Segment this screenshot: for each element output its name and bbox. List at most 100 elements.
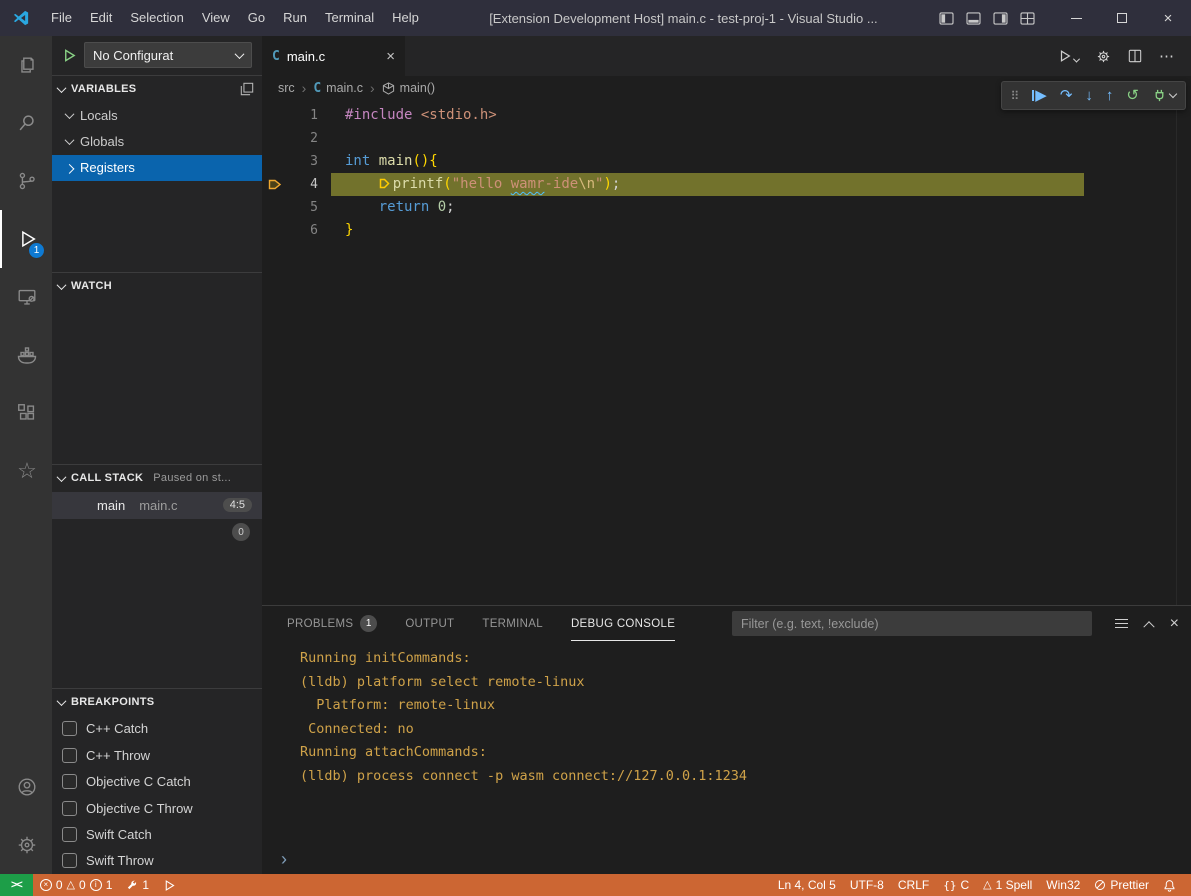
variables-header[interactable]: VARIABLES — [52, 76, 262, 103]
close-button[interactable]: × — [1145, 0, 1191, 36]
console-filter-input[interactable] — [732, 611, 1092, 636]
close-panel-icon[interactable]: × — [1170, 615, 1179, 633]
code-line-2[interactable]: 2 — [262, 127, 1191, 150]
explorer-icon[interactable] — [0, 36, 52, 94]
toggle-secondary-sidebar-icon[interactable] — [993, 12, 1008, 25]
drag-grip-icon[interactable]: ⠿ — [1011, 89, 1020, 103]
breakpoint-item[interactable]: Objective C Catch — [52, 768, 262, 794]
breakpoints-list: C++ Catch C++ ThrowObjective C Catch Objec… — [52, 716, 262, 874]
breakpoint-checkbox[interactable] — [62, 853, 77, 868]
menu-go[interactable]: Go — [239, 0, 274, 36]
panel-tab-problems[interactable]: PROBLEMS1 — [287, 606, 377, 641]
toggle-sidebar-icon[interactable] — [939, 12, 954, 25]
breakpoint-item[interactable]: Objective C Throw — [52, 795, 262, 821]
code-line-5[interactable]: 5 return 0; — [262, 196, 1191, 219]
debug-console-output[interactable]: Running initCommands:(lldb) platform sel… — [262, 641, 1191, 788]
start-debug-icon[interactable] — [62, 48, 77, 63]
vscode-window: FileEditSelectionViewGoRunTerminalHelp [… — [0, 0, 1191, 896]
search-icon[interactable] — [0, 94, 52, 152]
menu-view[interactable]: View — [193, 0, 239, 36]
breakpoint-label: C++ Catch — [86, 721, 148, 736]
c-language-icon: C — [272, 49, 280, 64]
run-and-debug-icon[interactable]: 1 — [0, 210, 52, 268]
breakpoint-checkbox[interactable] — [62, 827, 77, 842]
breakpoints-header[interactable]: BREAKPOINTS — [52, 689, 262, 716]
disconnect-button[interactable] — [1152, 88, 1176, 103]
language-mode[interactable]: {} C — [936, 874, 976, 896]
customize-layout-icon[interactable] — [1020, 12, 1035, 25]
split-editor-icon[interactable] — [1128, 49, 1142, 63]
debug-session-indicator[interactable] — [156, 874, 183, 896]
continue-button[interactable]: ▶ — [1032, 88, 1047, 103]
encoding-indicator[interactable]: UTF-8 — [843, 874, 891, 896]
breakpoint-checkbox[interactable] — [62, 774, 77, 789]
run-file-button[interactable] — [1058, 49, 1079, 63]
accounts-icon[interactable] — [0, 758, 52, 816]
step-out-button[interactable]: ↑ — [1106, 88, 1114, 103]
eol-indicator[interactable]: CRLF — [891, 874, 936, 896]
panel-tab-output[interactable]: OUTPUT — [405, 606, 454, 641]
toggle-panel-icon[interactable] — [966, 12, 981, 25]
minimize-button[interactable] — [1053, 0, 1099, 36]
docker-icon[interactable] — [0, 326, 52, 384]
variables-item-locals[interactable]: Locals — [52, 103, 262, 129]
breadcrumb-src[interactable]: src — [278, 81, 295, 95]
variables-item-registers[interactable]: Registers — [52, 155, 262, 181]
launch-config-dropdown[interactable]: No Configurat — [84, 42, 252, 68]
gear-icon[interactable] — [1096, 49, 1111, 64]
variables-item-globals[interactable]: Globals — [52, 129, 262, 155]
breakpoint-checkbox[interactable] — [62, 748, 77, 763]
console-line: Connected: no — [300, 718, 1191, 742]
maximize-button[interactable] — [1099, 0, 1145, 36]
step-into-button[interactable]: ↓ — [1085, 88, 1093, 103]
menu-file[interactable]: File — [42, 0, 81, 36]
stack-frame-row[interactable]: main main.c 4:5 — [52, 492, 262, 519]
spell-checker-indicator[interactable]: △ 1 Spell — [976, 874, 1039, 896]
collapse-all-icon[interactable] — [240, 82, 254, 96]
code-line-3[interactable]: 3int main(){ — [262, 150, 1191, 173]
platform-indicator[interactable]: Win32 — [1039, 874, 1087, 896]
menu-terminal[interactable]: Terminal — [316, 0, 383, 36]
remote-indicator[interactable]: >< — [0, 874, 33, 896]
source-control-icon[interactable] — [0, 152, 52, 210]
call-stack-header[interactable]: CALL STACK Paused on st... — [52, 465, 262, 492]
breakpoint-label: Objective C Throw — [86, 801, 193, 816]
menu-selection[interactable]: Selection — [121, 0, 192, 36]
code-editor[interactable]: 1#include <stdio.h>23int main(){4 printf… — [262, 100, 1191, 605]
chevron-down-icon — [65, 136, 75, 146]
breadcrumb-symbol[interactable]: main() — [382, 81, 435, 95]
tasks-indicator[interactable]: 1 — [119, 874, 156, 896]
star-icon[interactable]: ☆ — [0, 442, 52, 500]
remote-explorer-icon[interactable] — [0, 268, 52, 326]
breakpoint-item[interactable]: Swift Catch — [52, 821, 262, 847]
menu-help[interactable]: Help — [383, 0, 428, 36]
restart-button[interactable]: ↺ — [1126, 88, 1139, 103]
breakpoint-checkbox[interactable] — [62, 721, 77, 736]
output-actions-icon[interactable] — [1115, 616, 1128, 631]
breakpoint-item[interactable]: Swift Throw — [52, 848, 262, 874]
cursor-position[interactable]: Ln 4, Col 5 — [771, 874, 843, 896]
console-input-chevron[interactable]: › — [281, 850, 287, 868]
settings-gear-icon[interactable] — [0, 816, 52, 874]
step-over-button[interactable]: ↷ — [1060, 88, 1073, 103]
notifications-bell-icon[interactable] — [1156, 874, 1183, 896]
menu-edit[interactable]: Edit — [81, 0, 121, 36]
formatter-indicator[interactable]: Prettier — [1087, 874, 1156, 896]
breakpoint-checkbox[interactable] — [62, 801, 77, 816]
menu-run[interactable]: Run — [274, 0, 316, 36]
problems-indicator[interactable]: × 0 △ 0 i 1 — [33, 874, 120, 896]
tab-main-c[interactable]: C main.c × — [262, 36, 405, 76]
maximize-panel-icon[interactable] — [1143, 621, 1154, 632]
code-line-4[interactable]: 4 printf("hello wamr-ide\n"); — [262, 173, 1191, 196]
extensions-icon[interactable] — [0, 384, 52, 442]
code-line-6[interactable]: 6} — [262, 219, 1191, 242]
breakpoint-item[interactable]: C++ Catch — [52, 716, 262, 742]
breakpoint-item[interactable]: C++ Throw — [52, 742, 262, 768]
breadcrumb-file[interactable]: C main.c — [313, 81, 363, 96]
panel-tab-debug-console[interactable]: DEBUG CONSOLE — [571, 606, 675, 641]
panel-tab-terminal[interactable]: TERMINAL — [482, 606, 543, 641]
watch-header[interactable]: WATCH — [52, 273, 262, 300]
symbol-method-icon — [382, 82, 395, 95]
tab-close-icon[interactable]: × — [386, 48, 395, 65]
more-actions-icon[interactable]: ⋯ — [1159, 47, 1175, 65]
